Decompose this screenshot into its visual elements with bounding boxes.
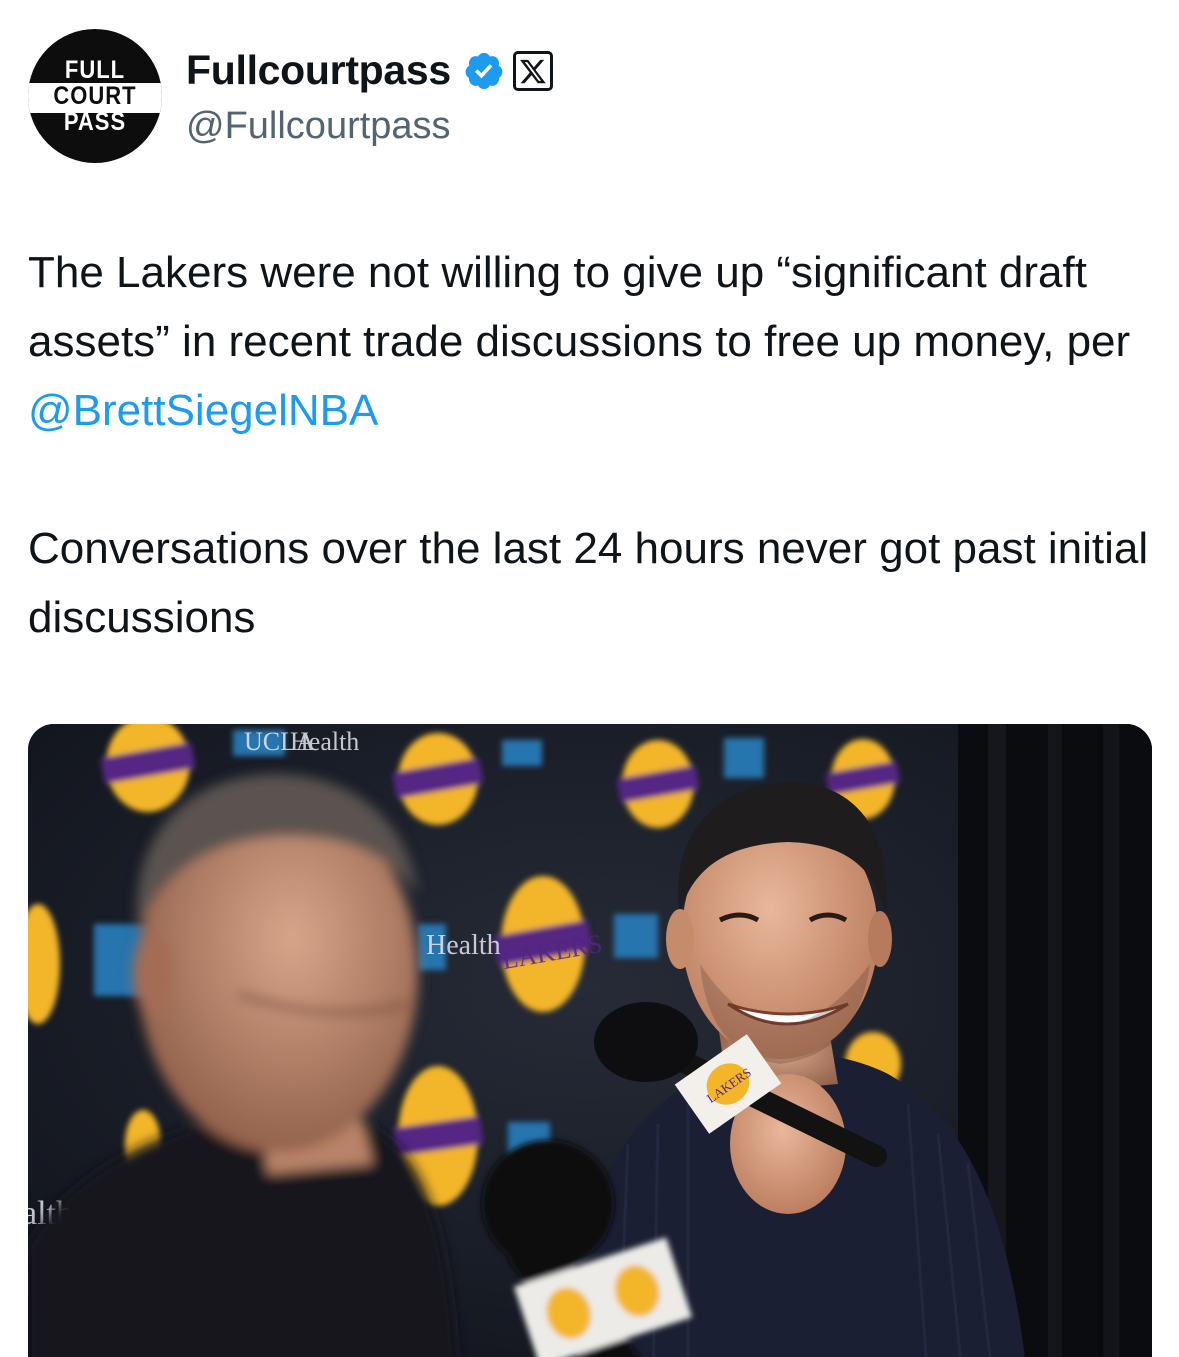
tweet-paragraph-1-text: The Lakers were not willing to give up “… [28,248,1131,366]
tweet-text: The Lakers were not willing to give up “… [28,238,1158,652]
tweet-media-photo[interactable]: UCLA Health Health alth LAKERS [28,724,1152,1357]
avatar[interactable]: FULL COURT PASS [28,29,162,163]
tweet-card: FULL COURT PASS Fullcourtpass @Fullcourt… [0,0,1179,1357]
tweet-paragraph-1: The Lakers were not willing to give up “… [28,238,1158,445]
backdrop-text-health: Health [290,727,359,756]
press-conference-illustration: UCLA Health Health alth LAKERS [28,724,1152,1357]
account-handle[interactable]: @Fullcourtpass [186,105,553,148]
avatar-text-line-3: PASS [63,107,127,136]
name-row: Fullcourtpass [186,45,553,97]
tweet-header: FULL COURT PASS Fullcourtpass @Fullcourt… [28,28,553,164]
account-names: Fullcourtpass @Fullcourtpass [186,28,553,164]
display-name[interactable]: Fullcourtpass [186,47,451,94]
tweet-paragraph-2: Conversations over the last 24 hours nev… [28,524,1149,642]
mention-link[interactable]: @BrettSiegelNBA [28,386,378,435]
x-logo-icon[interactable] [512,50,553,91]
backdrop-text-health-2: Health [426,930,501,961]
verified-badge-icon [463,50,505,92]
